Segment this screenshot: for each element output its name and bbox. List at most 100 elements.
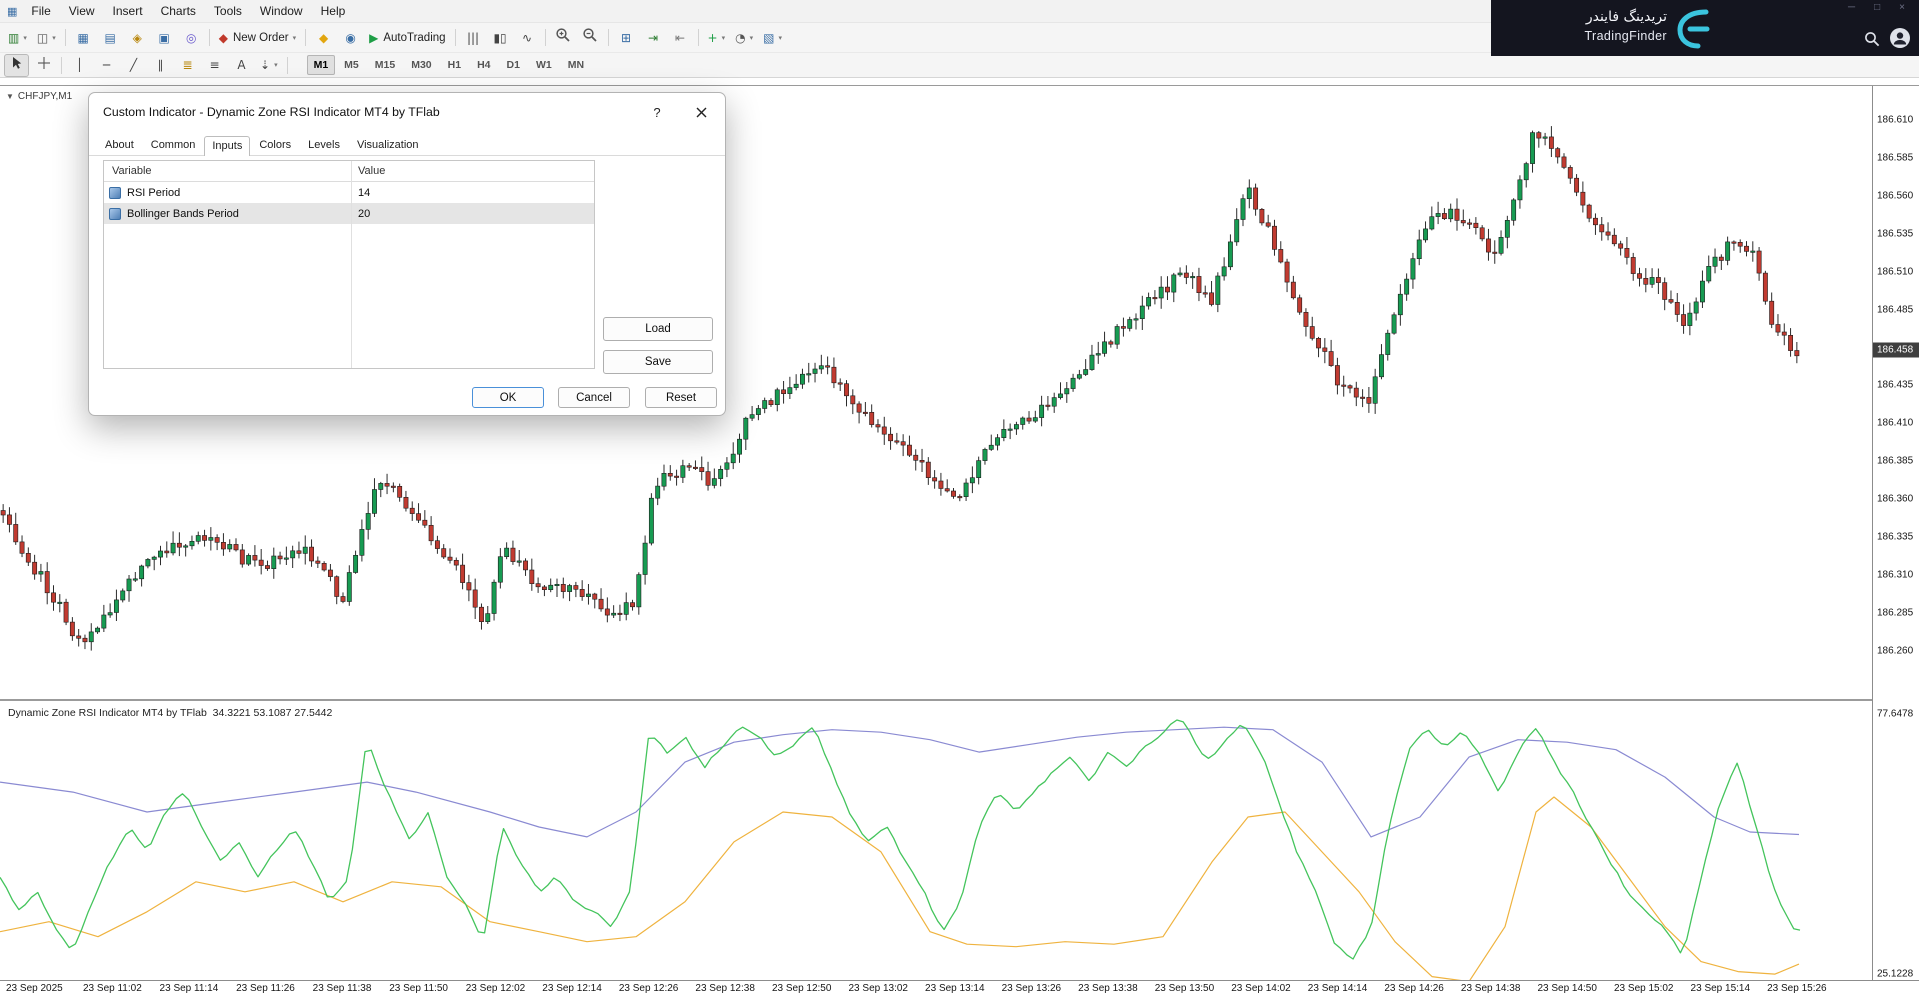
data-window-icon: ▤ [105, 32, 116, 44]
dropdown-caret-icon: ▾ [778, 34, 782, 42]
timeframe-m15-button[interactable]: M15 [368, 55, 402, 75]
metaeditor-button[interactable]: ◆ [311, 26, 336, 49]
timeframe-m5-button[interactable]: M5 [337, 55, 366, 75]
navigator-button[interactable]: ◈ [125, 26, 150, 49]
menu-item-help[interactable]: Help [312, 2, 355, 20]
zoom-in-icon [555, 27, 571, 48]
time-axis-label: 23 Sep 15:26 [1767, 983, 1827, 994]
symbol-dropdown-icon[interactable]: ▼ [6, 92, 14, 101]
save-button[interactable]: Save [603, 350, 713, 374]
auto-scroll-button[interactable]: ⇥ [641, 26, 666, 49]
trendline-tool[interactable]: ╱ [121, 54, 146, 77]
close-window-icon[interactable]: × [1897, 2, 1907, 13]
timeframe-m30-button[interactable]: M30 [404, 55, 438, 75]
ok-button[interactable]: OK [472, 387, 544, 408]
menu-item-window[interactable]: Window [251, 2, 312, 20]
search-icon[interactable] [1863, 30, 1881, 53]
timeframe-w1-button[interactable]: W1 [529, 55, 559, 75]
fibonacci-tool[interactable]: ≣ [175, 54, 200, 77]
terminal-button[interactable]: ▣ [152, 26, 177, 49]
chart-shift-button[interactable]: ⇤ [668, 26, 693, 49]
menu-item-tools[interactable]: Tools [205, 2, 251, 20]
toolbar-separator [61, 57, 62, 74]
line-chart-button[interactable]: ∿ [515, 26, 540, 49]
candlestick-chart-button[interactable]: ▮▯ [488, 26, 513, 49]
cursor-tool[interactable] [4, 54, 29, 77]
strategy-tester-icon: ◎ [186, 32, 196, 44]
current-price-tag: 186.458 [1873, 343, 1919, 358]
time-axis-label: 23 Sep 11:26 [236, 983, 295, 994]
templates-icon: ▧ [763, 32, 774, 44]
dropdown-caret-icon: ▾ [750, 34, 754, 42]
timeframe-h1-button[interactable]: H1 [441, 55, 468, 75]
timeframe-m1-button[interactable]: M1 [307, 55, 336, 75]
load-button[interactable]: Load [603, 317, 713, 341]
input-value[interactable]: 20 [351, 208, 370, 220]
menu-item-insert[interactable]: Insert [104, 2, 152, 20]
minimize-window-icon[interactable]: ─ [1846, 2, 1857, 13]
timeframe-mn-button[interactable]: MN [561, 55, 591, 75]
price-axis[interactable]: 186.458 77.6478 25.1228 186.610186.58518… [1872, 86, 1919, 981]
arrows-tool[interactable]: ⇣▾ [256, 54, 282, 77]
data-window-button[interactable]: ▤ [98, 26, 123, 49]
table-header-row: Variable Value [104, 161, 594, 182]
periods-button[interactable]: ◔▾ [731, 26, 757, 49]
time-axis-label: 23 Sep 14:50 [1537, 983, 1597, 994]
timeframe-h4-button[interactable]: H4 [470, 55, 497, 75]
horizontal-line-icon: ─ [103, 59, 110, 71]
equidistant-channel-tool[interactable]: ∥ [148, 54, 173, 77]
input-row[interactable]: RSI Period14 [104, 182, 594, 203]
maximize-window-icon[interactable]: □ [1872, 2, 1882, 13]
price-axis-label: 186.585 [1877, 152, 1913, 163]
user-avatar[interactable] [1889, 27, 1911, 54]
text-tool[interactable]: A [229, 54, 254, 77]
expert-advisors-button[interactable]: ◉ [338, 26, 363, 49]
price-axis-label: 186.535 [1877, 228, 1913, 239]
window-controls: ─ □ × [1846, 2, 1907, 13]
menu-item-charts[interactable]: Charts [152, 2, 205, 20]
reset-button[interactable]: Reset [645, 387, 717, 408]
time-axis-label: 23 Sep 12:02 [466, 983, 526, 994]
price-axis-label: 186.385 [1877, 456, 1913, 467]
zoom-out-button[interactable] [578, 26, 603, 49]
timeframe-d1-button[interactable]: D1 [500, 55, 527, 75]
toolbar-separator [305, 29, 306, 46]
bars-chart-icon: ||| [467, 32, 479, 44]
new-order-icon: ◆ [219, 32, 228, 44]
symbol-text: CHFJPY,M1 [18, 91, 72, 102]
market-watch-button[interactable]: ▦ [71, 26, 96, 49]
cancel-button[interactable]: Cancel [558, 387, 630, 408]
zoom-in-button[interactable] [551, 26, 576, 49]
crosshair-tool[interactable] [31, 54, 56, 77]
indicators-button[interactable]: +▾ [704, 26, 730, 49]
input-value[interactable]: 14 [351, 187, 370, 199]
text-icon: A [237, 59, 245, 71]
dropdown-caret-icon: ▾ [23, 34, 27, 42]
dialog-titlebar[interactable]: Custom Indicator - Dynamic Zone RSI Indi… [89, 93, 725, 131]
tab-visualization[interactable]: Visualization [349, 135, 427, 155]
menu-item-file[interactable]: File [22, 2, 59, 20]
new-order-button[interactable]: ◆New Order▾ [215, 26, 300, 49]
bars-chart-button[interactable]: ||| [461, 26, 486, 49]
tab-common[interactable]: Common [143, 135, 204, 155]
autotrading-button[interactable]: ▶AutoTrading [365, 26, 449, 49]
dialog-close-button[interactable] [689, 107, 713, 118]
toolbar-separator [545, 29, 546, 46]
tile-windows-button[interactable]: ⊞ [614, 26, 639, 49]
vertical-line-tool[interactable]: │ [67, 54, 92, 77]
time-axis[interactable]: 23 Sep 202523 Sep 11:0223 Sep 11:1423 Se… [0, 980, 1919, 996]
tab-colors[interactable]: Colors [251, 135, 299, 155]
menu-item-view[interactable]: View [60, 2, 104, 20]
toolbar-separator [65, 29, 66, 46]
tab-about[interactable]: About [97, 135, 142, 155]
strategy-tester-button[interactable]: ◎ [179, 26, 204, 49]
horizontal-line-tool[interactable]: ─ [94, 54, 119, 77]
templates-button[interactable]: ▧▾ [759, 26, 786, 49]
new-chart-button[interactable]: ▥▾ [4, 26, 31, 49]
input-row[interactable]: Bollinger Bands Period20 [104, 203, 594, 224]
dialog-help-button[interactable]: ? [645, 105, 669, 120]
lines-tool[interactable]: ≡ [202, 54, 227, 77]
tab-inputs[interactable]: Inputs [204, 136, 250, 156]
profiles-button[interactable]: ◫▾ [33, 26, 60, 49]
tab-levels[interactable]: Levels [300, 135, 348, 155]
